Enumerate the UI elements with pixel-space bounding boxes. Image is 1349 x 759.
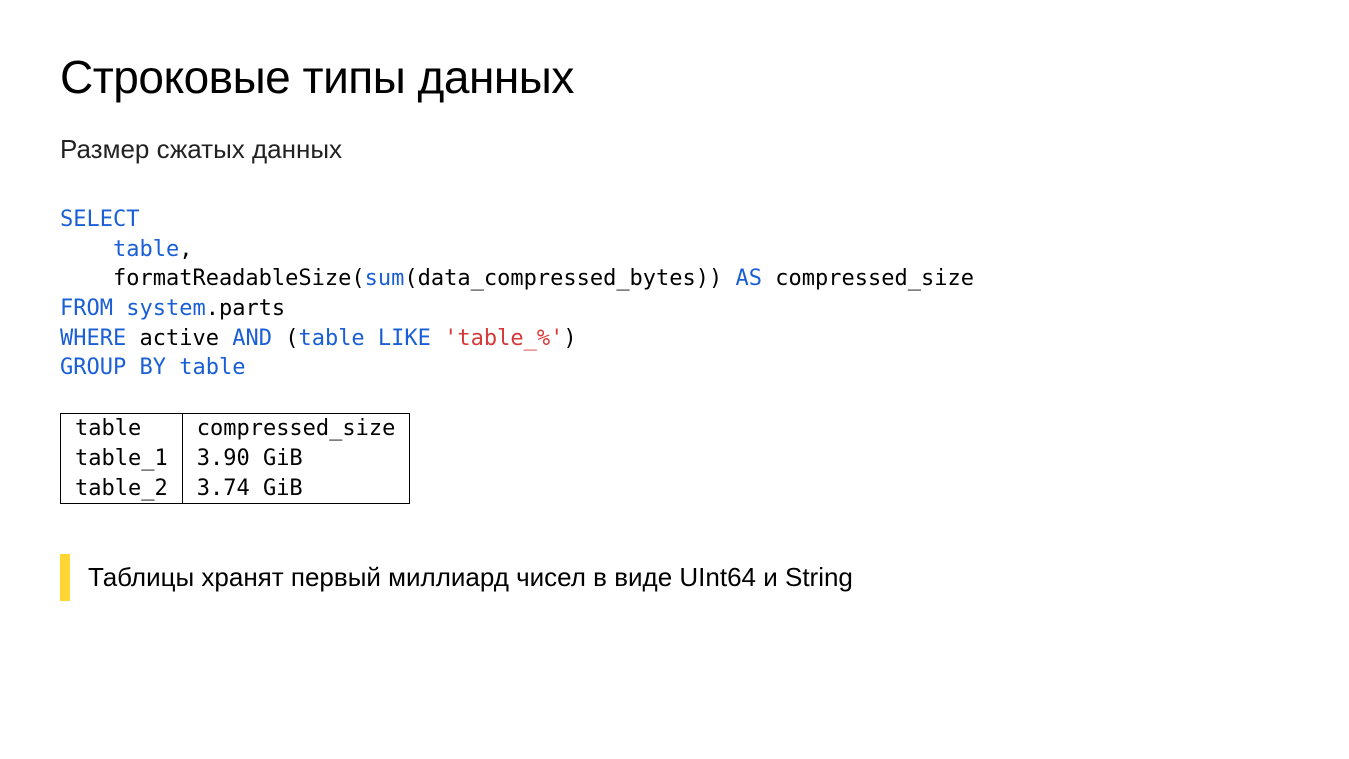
cell-size: 3.74 GiB [182, 474, 410, 504]
sql-block: SELECT table, formatReadableSize(sum(dat… [60, 205, 1289, 383]
tok-parts: .parts [206, 296, 285, 321]
col-table: table [61, 414, 183, 444]
indent [60, 237, 113, 262]
kw-and: AND [232, 326, 272, 351]
tok-system: system [113, 296, 206, 321]
kw-select: SELECT [60, 207, 139, 232]
tok-table3: table [179, 355, 245, 380]
kw-where: WHERE [60, 326, 126, 351]
col-compressed-size: compressed_size [182, 414, 410, 444]
slide-subtitle: Размер сжатых данных [60, 134, 1289, 165]
tok-comma: , [179, 237, 192, 262]
kw-by: BY [126, 355, 179, 380]
result-table: table compressed_size table_1 3.90 GiB t… [60, 413, 410, 504]
table-header-row: table compressed_size [61, 414, 410, 444]
fn-sum: sum [365, 266, 405, 291]
tok-active: active [126, 326, 232, 351]
tok-table: table [113, 237, 179, 262]
result-table-wrap: table compressed_size table_1 3.90 GiB t… [60, 413, 1289, 504]
kw-group: GROUP [60, 355, 126, 380]
kw-as: AS [736, 266, 763, 291]
tok-table2: table [298, 326, 364, 351]
callout-note: Таблицы хранят первый миллиард чисел в в… [60, 554, 1289, 601]
kw-like: LIKE [365, 326, 444, 351]
cell-size: 3.90 GiB [182, 444, 410, 474]
line2-mid: (data_compressed_bytes)) [404, 266, 735, 291]
table-row: table_1 3.90 GiB [61, 444, 410, 474]
table-row: table_2 3.74 GiB [61, 474, 410, 504]
line2-pre: formatReadableSize( [60, 266, 365, 291]
slide: Строковые типы данных Размер сжатых данн… [0, 0, 1349, 759]
kw-from: FROM [60, 296, 113, 321]
str-like: 'table_%' [444, 326, 563, 351]
paren-open: ( [272, 326, 299, 351]
slide-title: Строковые типы данных [60, 50, 1289, 104]
paren-close: ) [563, 326, 576, 351]
cell-table: table_2 [61, 474, 183, 504]
cell-table: table_1 [61, 444, 183, 474]
line2-tail: compressed_size [762, 266, 974, 291]
